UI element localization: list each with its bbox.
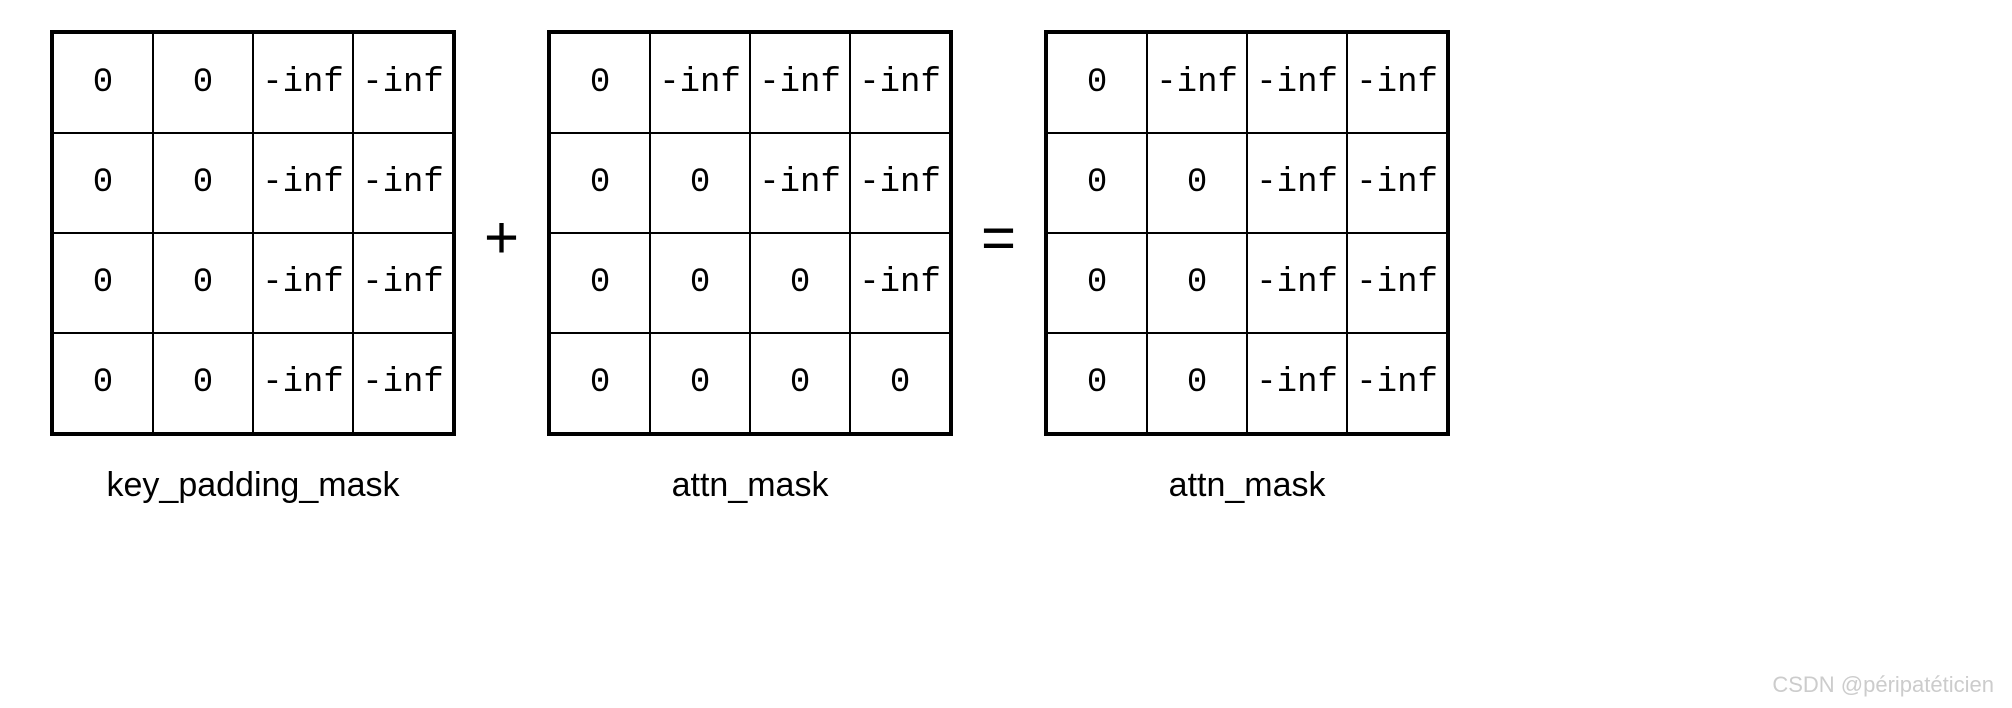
matrix-cell: -inf — [253, 233, 353, 333]
matrix-cell: -inf — [353, 333, 453, 433]
matrix-cell: 0 — [153, 33, 253, 133]
matrix-cell: -inf — [850, 133, 950, 233]
matrix-cell: 0 — [650, 233, 750, 333]
matrix-block-2: 0 -inf -inf -inf 0 0 -inf -inf 0 0 0 -in… — [547, 30, 953, 505]
matrix-cell: -inf — [1347, 333, 1447, 433]
matrix-cell: -inf — [650, 33, 750, 133]
matrix-cell: -inf — [850, 233, 950, 333]
matrix-cell: -inf — [850, 33, 950, 133]
matrix-cell: -inf — [353, 33, 453, 133]
matrix-block-1: 0 0 -inf -inf 0 0 -inf -inf 0 0 -inf -in… — [50, 30, 456, 505]
matrix-cell: -inf — [353, 233, 453, 333]
matrix-cell: 0 — [550, 33, 650, 133]
matrix-cell: 0 — [550, 333, 650, 433]
matrix-cell: 0 — [1047, 133, 1147, 233]
matrix-block-3: 0 -inf -inf -inf 0 0 -inf -inf 0 0 -inf … — [1044, 30, 1450, 505]
matrix-cell: -inf — [353, 133, 453, 233]
matrix-cell: -inf — [253, 333, 353, 433]
matrix-cell: -inf — [1247, 133, 1347, 233]
matrix-attn-mask-source: 0 -inf -inf -inf 0 0 -inf -inf 0 0 0 -in… — [547, 30, 953, 436]
matrix-cell: 0 — [550, 133, 650, 233]
matrix-cell: -inf — [750, 133, 850, 233]
matrix-label: key_padding_mask — [107, 466, 400, 505]
matrix-cell: 0 — [1147, 233, 1247, 333]
matrix-cell: 0 — [550, 233, 650, 333]
equals-operator: = — [981, 203, 1016, 332]
matrix-cell: 0 — [1147, 333, 1247, 433]
matrix-cell: 0 — [650, 133, 750, 233]
matrix-cell: -inf — [1347, 33, 1447, 133]
matrix-cell: 0 — [650, 333, 750, 433]
matrix-cell: -inf — [1347, 133, 1447, 233]
plus-operator: + — [484, 203, 519, 332]
matrix-cell: -inf — [1347, 233, 1447, 333]
matrix-cell: 0 — [1147, 133, 1247, 233]
matrix-cell: 0 — [850, 333, 950, 433]
matrix-cell: 0 — [153, 333, 253, 433]
matrix-cell: -inf — [750, 33, 850, 133]
matrix-cell: 0 — [750, 333, 850, 433]
matrix-cell: -inf — [1147, 33, 1247, 133]
watermark: CSDN @péripatéticien — [1772, 672, 1994, 698]
matrix-attn-mask-result: 0 -inf -inf -inf 0 0 -inf -inf 0 0 -inf … — [1044, 30, 1450, 436]
matrix-cell: 0 — [1047, 333, 1147, 433]
matrix-cell: 0 — [53, 233, 153, 333]
matrix-cell: 0 — [53, 133, 153, 233]
matrix-label: attn_mask — [1169, 466, 1326, 505]
matrix-label: attn_mask — [672, 466, 829, 505]
matrix-cell: -inf — [1247, 33, 1347, 133]
matrix-cell: 0 — [153, 233, 253, 333]
matrix-cell: -inf — [1247, 233, 1347, 333]
diagram-container: 0 0 -inf -inf 0 0 -inf -inf 0 0 -inf -in… — [0, 0, 2012, 505]
matrix-cell: 0 — [53, 33, 153, 133]
matrix-cell: 0 — [1047, 233, 1147, 333]
matrix-cell: 0 — [750, 233, 850, 333]
matrix-cell: 0 — [153, 133, 253, 233]
matrix-cell: -inf — [1247, 333, 1347, 433]
matrix-cell: -inf — [253, 133, 353, 233]
matrix-key-padding-mask: 0 0 -inf -inf 0 0 -inf -inf 0 0 -inf -in… — [50, 30, 456, 436]
matrix-cell: 0 — [53, 333, 153, 433]
matrix-cell: -inf — [253, 33, 353, 133]
matrix-cell: 0 — [1047, 33, 1147, 133]
